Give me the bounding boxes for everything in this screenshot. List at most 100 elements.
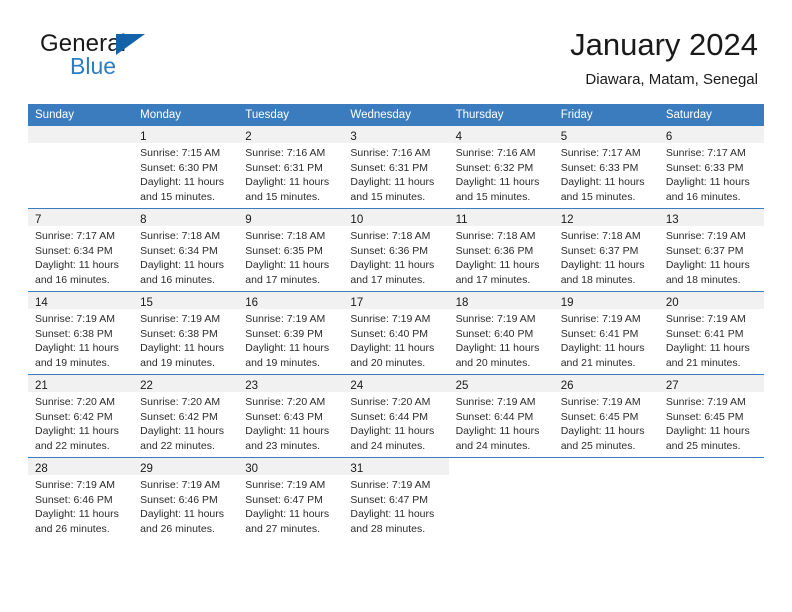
day-number: 7 xyxy=(35,214,42,226)
calendar-day-cell[interactable]: 26 Sunrise: 7:19 AM Sunset: 6:45 PM Dayligh… xyxy=(553,374,659,458)
day-number-band: 19 xyxy=(553,292,659,309)
daylight-text: Daylight: 11 hours xyxy=(455,342,540,355)
calendar-day-cell[interactable]: 18 Sunrise: 7:19 AM Sunset: 6:40 PM Dayligh… xyxy=(448,291,554,375)
daylight-text: Daylight: 11 hours xyxy=(350,425,435,438)
daylight-text: and 20 minutes. xyxy=(455,356,531,369)
daylight-text: and 24 minutes. xyxy=(350,439,426,452)
calendar-day-cell[interactable]: 30 Sunrise: 7:19 AM Sunset: 6:47 PM Dayligh… xyxy=(238,457,344,540)
sunset-text: Sunset: 6:42 PM xyxy=(140,410,218,423)
calendar-day-cell[interactable]: 29 Sunrise: 7:19 AM Sunset: 6:46 PM Dayligh… xyxy=(133,457,239,540)
daylight-text: Daylight: 11 hours xyxy=(245,259,330,272)
day-cell-inner: 14 Sunrise: 7:19 AM Sunset: 6:38 PM Dayligh… xyxy=(28,292,134,374)
calendar-day-cell[interactable]: 27 Sunrise: 7:19 AM Sunset: 6:45 PM Dayligh… xyxy=(658,374,764,458)
calendar-day-cell[interactable]: 14 Sunrise: 7:19 AM Sunset: 6:38 PM Dayligh… xyxy=(28,291,134,375)
calendar-day-cell[interactable]: 28 Sunrise: 7:19 AM Sunset: 6:46 PM Dayligh… xyxy=(28,457,134,540)
daylight-text: Daylight: 11 hours xyxy=(140,259,224,272)
sunrise-text: Sunrise: 7:19 AM xyxy=(560,396,641,408)
calendar-day-cell[interactable]: 31 Sunrise: 7:19 AM Sunset: 6:47 PM Dayligh… xyxy=(343,457,449,540)
brand-logo[interactable]: General Blue xyxy=(40,30,270,88)
daylight-text: Daylight: 11 hours xyxy=(665,259,750,272)
day-cell-inner: 23 Sunrise: 7:20 AM Sunset: 6:43 PM Dayligh… xyxy=(238,375,344,457)
sunset-text: Sunset: 6:34 PM xyxy=(140,244,218,257)
day-detail-lines: Sunrise: 7:19 AM Sunset: 6:44 PM Daylight:… xyxy=(449,392,554,453)
daylight-text: and 22 minutes. xyxy=(35,439,110,452)
calendar-week-row: 21 Sunrise: 7:20 AM Sunset: 6:42 PM Dayligh… xyxy=(28,374,764,458)
day-number-band: 3 xyxy=(343,126,449,143)
sunset-text: Sunset: 6:47 PM xyxy=(245,493,323,506)
day-cell-inner: 25 Sunrise: 7:19 AM Sunset: 6:44 PM Dayligh… xyxy=(448,375,554,457)
daylight-text: Daylight: 11 hours xyxy=(350,508,435,521)
day-number-band: 9 xyxy=(238,209,344,226)
sunrise-text: Sunrise: 7:19 AM xyxy=(455,313,536,325)
day-number: 9 xyxy=(245,214,252,226)
calendar-day-cell[interactable]: 16 Sunrise: 7:19 AM Sunset: 6:39 PM Dayligh… xyxy=(238,291,344,375)
day-detail-lines: Sunrise: 7:20 AM Sunset: 6:42 PM Daylight:… xyxy=(133,392,238,453)
calendar-day-cell[interactable]: 1 Sunrise: 7:15 AM Sunset: 6:30 PM Daylight… xyxy=(133,126,239,209)
day-cell-inner: 13 Sunrise: 7:19 AM Sunset: 6:37 PM Dayligh… xyxy=(658,209,764,291)
weekday-header-saturday: Saturday xyxy=(658,104,764,126)
calendar-day-cell[interactable]: 19 Sunrise: 7:19 AM Sunset: 6:41 PM Dayligh… xyxy=(553,291,659,375)
daylight-text: and 26 minutes. xyxy=(35,522,110,535)
sunrise-text: Sunrise: 7:19 AM xyxy=(245,479,326,491)
calendar-day-cell[interactable]: 8 Sunrise: 7:18 AM Sunset: 6:34 PM Daylight… xyxy=(133,208,239,292)
sunset-text: Sunset: 6:44 PM xyxy=(455,410,534,423)
day-number-band: 31 xyxy=(343,458,449,475)
day-cell-inner xyxy=(658,458,764,540)
brand-name-blue: Blue xyxy=(70,53,117,79)
day-detail-lines: Sunrise: 7:17 AM Sunset: 6:33 PM Daylight:… xyxy=(659,143,764,204)
calendar-day-cell[interactable]: 11 Sunrise: 7:18 AM Sunset: 6:36 PM Dayligh… xyxy=(448,208,554,292)
calendar-day-cell[interactable]: 24 Sunrise: 7:20 AM Sunset: 6:44 PM Dayligh… xyxy=(343,374,449,458)
sunset-text: Sunset: 6:45 PM xyxy=(560,410,639,423)
sunrise-text: Sunrise: 7:20 AM xyxy=(35,396,115,408)
daylight-text: and 15 minutes. xyxy=(560,190,636,203)
day-number: 4 xyxy=(455,131,462,143)
day-number-band: 10 xyxy=(343,209,449,226)
day-number-band: 27 xyxy=(658,375,764,392)
calendar-day-cell[interactable]: 2 Sunrise: 7:16 AM Sunset: 6:31 PM Daylight… xyxy=(238,126,344,209)
calendar-day-cell[interactable]: 17 Sunrise: 7:19 AM Sunset: 6:40 PM Dayligh… xyxy=(343,291,449,375)
calendar-day-cell[interactable]: 21 Sunrise: 7:20 AM Sunset: 6:42 PM Dayligh… xyxy=(28,374,134,458)
day-number: 12 xyxy=(560,214,574,226)
calendar-day-cell[interactable]: 3 Sunrise: 7:16 AM Sunset: 6:31 PM Daylight… xyxy=(343,126,449,209)
daylight-text: and 15 minutes. xyxy=(245,190,320,203)
calendar-week-row: 7 Sunrise: 7:17 AM Sunset: 6:34 PM Daylight… xyxy=(28,208,764,292)
calendar-day-cell[interactable]: 10 Sunrise: 7:18 AM Sunset: 6:36 PM Dayligh… xyxy=(343,208,449,292)
sunrise-text: Sunrise: 7:17 AM xyxy=(560,147,641,159)
day-number: 23 xyxy=(245,380,259,392)
calendar-day-cell[interactable]: 25 Sunrise: 7:19 AM Sunset: 6:44 PM Dayligh… xyxy=(448,374,554,458)
day-detail-lines: Sunrise: 7:19 AM Sunset: 6:46 PM Daylight:… xyxy=(133,475,238,536)
calendar-day-cell[interactable]: 6 Sunrise: 7:17 AM Sunset: 6:33 PM Daylight… xyxy=(658,126,764,209)
day-number-band: 21 xyxy=(28,375,134,392)
calendar-day-cell[interactable]: 23 Sunrise: 7:20 AM Sunset: 6:43 PM Dayligh… xyxy=(238,374,344,458)
weekday-header-thursday: Thursday xyxy=(448,104,554,126)
day-cell-inner: 28 Sunrise: 7:19 AM Sunset: 6:46 PM Dayligh… xyxy=(28,458,134,540)
day-detail-lines: Sunrise: 7:18 AM Sunset: 6:36 PM Daylight:… xyxy=(449,226,554,287)
day-number: 11 xyxy=(455,214,468,226)
calendar-day-cell[interactable]: 22 Sunrise: 7:20 AM Sunset: 6:42 PM Dayligh… xyxy=(133,374,239,458)
brand-flag-icon xyxy=(116,34,145,55)
day-cell-inner: 31 Sunrise: 7:19 AM Sunset: 6:47 PM Dayligh… xyxy=(343,458,449,540)
calendar-day-cell[interactable]: 7 Sunrise: 7:17 AM Sunset: 6:34 PM Daylight… xyxy=(28,208,134,292)
calendar-day-cell[interactable]: 13 Sunrise: 7:19 AM Sunset: 6:37 PM Dayligh… xyxy=(658,208,764,292)
day-number: 24 xyxy=(350,380,364,392)
daylight-text: Daylight: 11 hours xyxy=(455,176,540,189)
weekday-header-tuesday: Tuesday xyxy=(238,104,344,126)
weekday-header-friday: Friday xyxy=(553,104,659,126)
calendar-day-cell[interactable]: 20 Sunrise: 7:19 AM Sunset: 6:41 PM Dayligh… xyxy=(658,291,764,375)
calendar-day-cell[interactable]: 12 Sunrise: 7:18 AM Sunset: 6:37 PM Dayligh… xyxy=(553,208,659,292)
calendar-day-cell[interactable]: 9 Sunrise: 7:18 AM Sunset: 6:35 PM Daylight… xyxy=(238,208,344,292)
day-detail-lines: Sunrise: 7:19 AM Sunset: 6:47 PM Daylight:… xyxy=(343,475,448,536)
daylight-text: and 28 minutes. xyxy=(350,522,426,535)
sunrise-text: Sunrise: 7:17 AM xyxy=(35,230,115,242)
calendar-day-cell[interactable]: 15 Sunrise: 7:19 AM Sunset: 6:38 PM Dayligh… xyxy=(133,291,239,375)
day-detail-lines: Sunrise: 7:19 AM Sunset: 6:45 PM Daylight:… xyxy=(554,392,659,453)
sunrise-text: Sunrise: 7:16 AM xyxy=(245,147,326,159)
day-number: 13 xyxy=(665,214,679,226)
calendar-day-cell[interactable]: 5 Sunrise: 7:17 AM Sunset: 6:33 PM Daylight… xyxy=(553,126,659,209)
calendar-day-cell[interactable]: 4 Sunrise: 7:16 AM Sunset: 6:32 PM Daylight… xyxy=(448,126,554,209)
sunset-text: Sunset: 6:44 PM xyxy=(350,410,429,423)
day-number: 18 xyxy=(455,297,469,309)
day-cell-inner: 18 Sunrise: 7:19 AM Sunset: 6:40 PM Dayligh… xyxy=(448,292,554,374)
day-number-band xyxy=(553,458,659,475)
day-detail-lines: Sunrise: 7:16 AM Sunset: 6:32 PM Daylight:… xyxy=(449,143,554,204)
